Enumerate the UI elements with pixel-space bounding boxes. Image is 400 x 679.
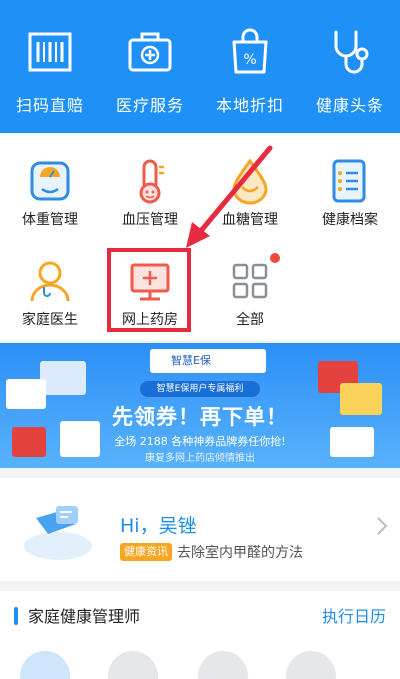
chat-illustration-icon <box>24 506 92 560</box>
grid-label: 健康档案 <box>322 212 378 228</box>
grid-icon <box>232 263 268 299</box>
scale-icon <box>30 161 70 201</box>
banner-headline: 先领券！再下单！ <box>112 405 288 429</box>
top-menu-bar: 扫码直赔 医疗服务 % 本地折扣 健康头条 <box>0 0 400 133</box>
greeting-text: Hi，吴锉 <box>120 515 197 537</box>
file-icon <box>332 159 366 203</box>
news-tip[interactable]: 去除室内甲醛的方法 <box>177 542 303 562</box>
avatar[interactable] <box>108 651 158 679</box>
svg-text:%: % <box>243 52 256 68</box>
chevron-right-icon <box>377 517 388 535</box>
notification-dot <box>270 253 280 263</box>
avatar[interactable] <box>20 651 70 679</box>
grid-item-family-doctor[interactable]: 家庭医生 <box>0 243 100 343</box>
stethoscope-icon <box>334 30 369 74</box>
decoration-box <box>40 361 86 395</box>
menu-label: 健康头条 <box>315 96 384 115</box>
grid-item-health-record[interactable]: 健康档案 <box>300 143 400 243</box>
medical-kit-icon <box>128 32 172 72</box>
banner-logo-text: 智慧E保 <box>171 354 211 367</box>
section-title: 家庭健康管理师 <box>28 607 141 626</box>
schedule-link[interactable]: 执行日历 <box>322 603 386 627</box>
menu-health-headlines[interactable]: 健康头条 <box>300 0 400 133</box>
app-screen: 扫码直赔 医疗服务 % 本地折扣 健康头条 体重管理 血压管理 血糖管理 健康档… <box>0 0 400 679</box>
thermometer-icon <box>139 159 164 204</box>
menu-label: 本地折扣 <box>215 96 284 115</box>
promo-banner[interactable]: 智慧E保 智慧E保用户专属福利 先领券！再下单！ 全场 2188 各种神券品牌券… <box>0 343 400 468</box>
menu-scan-claim[interactable]: 扫码直赔 <box>0 0 100 133</box>
grid-item-weight[interactable]: 体重管理 <box>0 143 100 243</box>
banner-subline: 全场 2188 各种神券品牌券任你抢! <box>114 435 286 448</box>
banner-note: 康复多网上药店倾情推出 <box>145 453 255 464</box>
grid-label: 血糖管理 <box>222 212 278 228</box>
menu-medical-service[interactable]: 医疗服务 <box>100 0 200 133</box>
grid-label: 家庭医生 <box>22 312 78 328</box>
grid-item-all[interactable]: 全部 <box>200 243 300 343</box>
avatar[interactable] <box>286 651 336 679</box>
health-tools-grid: 体重管理 血压管理 血糖管理 健康档案 家庭医生 网上药房 全部 <box>0 133 400 340</box>
barcode-icon <box>28 32 72 72</box>
banner-pill: 智慧E保用户专属福利 <box>140 381 260 397</box>
grid-item-blood-pressure[interactable]: 血压管理 <box>100 143 200 243</box>
section-accent-bar <box>14 607 18 625</box>
greeting-card[interactable]: Hi，吴锉 健康资讯 去除室内甲醛的方法 <box>0 478 400 581</box>
annotation-highlight-box <box>107 248 191 332</box>
menu-label: 扫码直赔 <box>15 96 84 115</box>
discount-bag-icon: % <box>232 28 268 74</box>
menu-local-discount[interactable]: % 本地折扣 <box>200 0 300 133</box>
doctor-icon <box>30 261 70 302</box>
family-health-section: 家庭健康管理师 执行日历 <box>0 591 400 679</box>
grid-label: 全部 <box>236 312 264 328</box>
grid-item-blood-sugar[interactable]: 血糖管理 <box>200 143 300 243</box>
menu-label: 医疗服务 <box>115 96 184 115</box>
blood-drop-icon <box>232 158 268 205</box>
grid-label: 血压管理 <box>122 212 178 228</box>
grid-label: 体重管理 <box>22 212 78 228</box>
news-tag: 健康资讯 <box>120 543 172 561</box>
avatar[interactable] <box>198 651 248 679</box>
